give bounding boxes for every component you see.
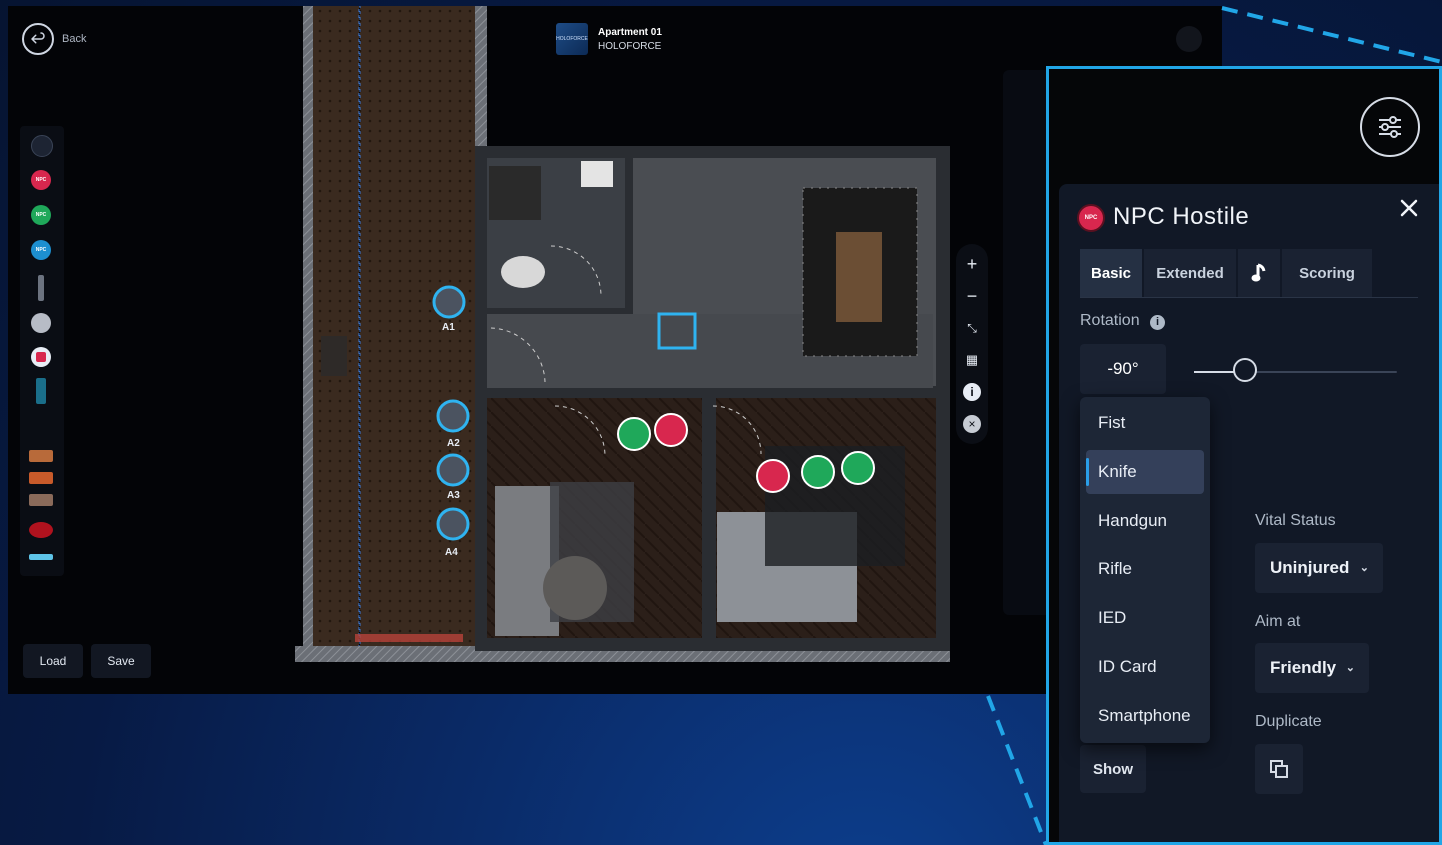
npc-hostile-icon[interactable]: NPC — [31, 170, 51, 190]
rotation-label: Rotation — [1080, 312, 1140, 329]
weapon-option-id-card[interactable]: ID Card — [1086, 645, 1204, 689]
chevron-down-icon: ⌄ — [1359, 562, 1369, 574]
actor-a3 — [436, 453, 470, 487]
tab-basic[interactable]: Basic — [1080, 249, 1142, 297]
weapon-option-rifle[interactable]: Rifle — [1086, 547, 1204, 591]
save-button[interactable]: Save — [91, 644, 151, 678]
panel-title: NPC Hostile — [1113, 203, 1250, 230]
aim-at-value: Friendly — [1270, 658, 1337, 677]
object-icon[interactable] — [29, 472, 53, 484]
actor-label: A3 — [447, 490, 460, 501]
map-toolbar: + − ⤡ ▦ i × — [956, 244, 988, 444]
drone-icon[interactable] — [29, 554, 53, 560]
npc-friendly-icon[interactable]: NPC — [31, 205, 51, 225]
npc-friendly-marker — [801, 455, 835, 489]
npc-properties-card: NPC NPC Hostile Basic Extended Scoring R… — [1059, 184, 1439, 842]
tab-extended[interactable]: Extended — [1144, 249, 1236, 297]
actor-label: A4 — [445, 547, 458, 558]
duplicate-button[interactable] — [1255, 744, 1303, 794]
close-circle-icon[interactable]: × — [960, 412, 984, 436]
weapon-option-knife[interactable]: Knife — [1086, 450, 1204, 494]
object-icon[interactable] — [29, 494, 53, 506]
show-button[interactable]: Show — [1080, 745, 1146, 793]
npc-neutral-icon[interactable]: NPC — [31, 240, 51, 260]
aim-at-label: Aim at — [1255, 613, 1301, 630]
rotation-slider-thumb[interactable] — [1232, 358, 1257, 382]
actor-label: A1 — [442, 322, 455, 333]
weapon-dropdown-menu: Fist Knife Handgun Rifle IED ID Card Sma… — [1080, 397, 1210, 743]
phone-icon[interactable] — [36, 378, 46, 404]
weapon-option-fist[interactable]: Fist — [1086, 401, 1204, 445]
zoom-out-icon[interactable]: − — [960, 284, 984, 308]
actor-a2 — [436, 399, 470, 433]
object-palette: NPC NPC NPC — [20, 126, 64, 576]
duplicate-icon — [1270, 760, 1288, 778]
duplicate-label: Duplicate — [1255, 713, 1322, 730]
weapon-option-smartphone[interactable]: Smartphone — [1086, 694, 1204, 738]
back-label: Back — [62, 33, 87, 45]
corridor-floor — [303, 6, 485, 656]
npc-hostile-marker — [756, 459, 790, 493]
info-icon[interactable]: i — [1150, 315, 1165, 330]
npc-friendly-marker — [841, 451, 875, 485]
music-note-icon — [1251, 263, 1266, 282]
load-button[interactable]: Load — [23, 644, 83, 678]
close-button[interactable] — [1397, 196, 1421, 220]
chevron-down-icon: ⌄ — [1345, 662, 1355, 674]
layout-icon[interactable]: ▦ — [960, 348, 984, 372]
npc-hostile-icon: NPC — [1077, 204, 1105, 232]
weapon-option-ied[interactable]: IED — [1086, 596, 1204, 640]
zoom-in-icon[interactable]: + — [960, 252, 984, 276]
npc-hostile-marker — [654, 413, 688, 447]
npc-friendly-marker — [617, 417, 651, 451]
blood-icon[interactable] — [29, 522, 53, 538]
rotation-slider-track[interactable] — [1194, 371, 1397, 373]
rotation-input[interactable]: -90° — [1080, 344, 1166, 394]
npc-settings-zoom: NPC NPC Hostile Basic Extended Scoring R… — [1046, 66, 1442, 845]
aim-at-select[interactable]: Friendly ⌄ — [1255, 643, 1369, 693]
info-icon[interactable]: i — [960, 380, 984, 404]
fit-screen-icon[interactable]: ⤡ — [960, 316, 984, 340]
vital-status-select[interactable]: Uninjured ⌄ — [1255, 543, 1383, 593]
filter-settings-button[interactable] — [1360, 97, 1420, 157]
blurred-button[interactable] — [1176, 26, 1202, 52]
sliders-icon — [1379, 116, 1401, 138]
weapon-option-handgun[interactable]: Handgun — [1086, 499, 1204, 543]
weapon-icon[interactable] — [38, 275, 44, 301]
actor-a4 — [436, 507, 470, 541]
sound-icon[interactable] — [31, 313, 51, 333]
alert-icon[interactable] — [31, 347, 51, 367]
grid-icon[interactable] — [31, 135, 53, 157]
tab-scoring[interactable]: Scoring — [1282, 249, 1372, 297]
floor-plan[interactable]: A1 A2 A3 A4 — [295, 6, 995, 662]
actor-label: A2 — [447, 438, 460, 449]
back-button[interactable] — [22, 23, 54, 55]
tab-audio[interactable] — [1238, 249, 1280, 297]
vital-status-label: Vital Status — [1255, 512, 1336, 529]
close-icon — [1400, 199, 1418, 217]
object-icon[interactable] — [29, 450, 53, 462]
actor-a1 — [432, 285, 466, 319]
vital-status-value: Uninjured — [1270, 558, 1350, 577]
tab-divider — [1080, 297, 1418, 298]
editor-window: Back HOLOFORCE Apartment 01 HOLOFORCE NP… — [8, 6, 1222, 694]
back-arrow-icon — [31, 32, 45, 44]
tab-bar: Basic Extended Scoring — [1080, 249, 1374, 297]
